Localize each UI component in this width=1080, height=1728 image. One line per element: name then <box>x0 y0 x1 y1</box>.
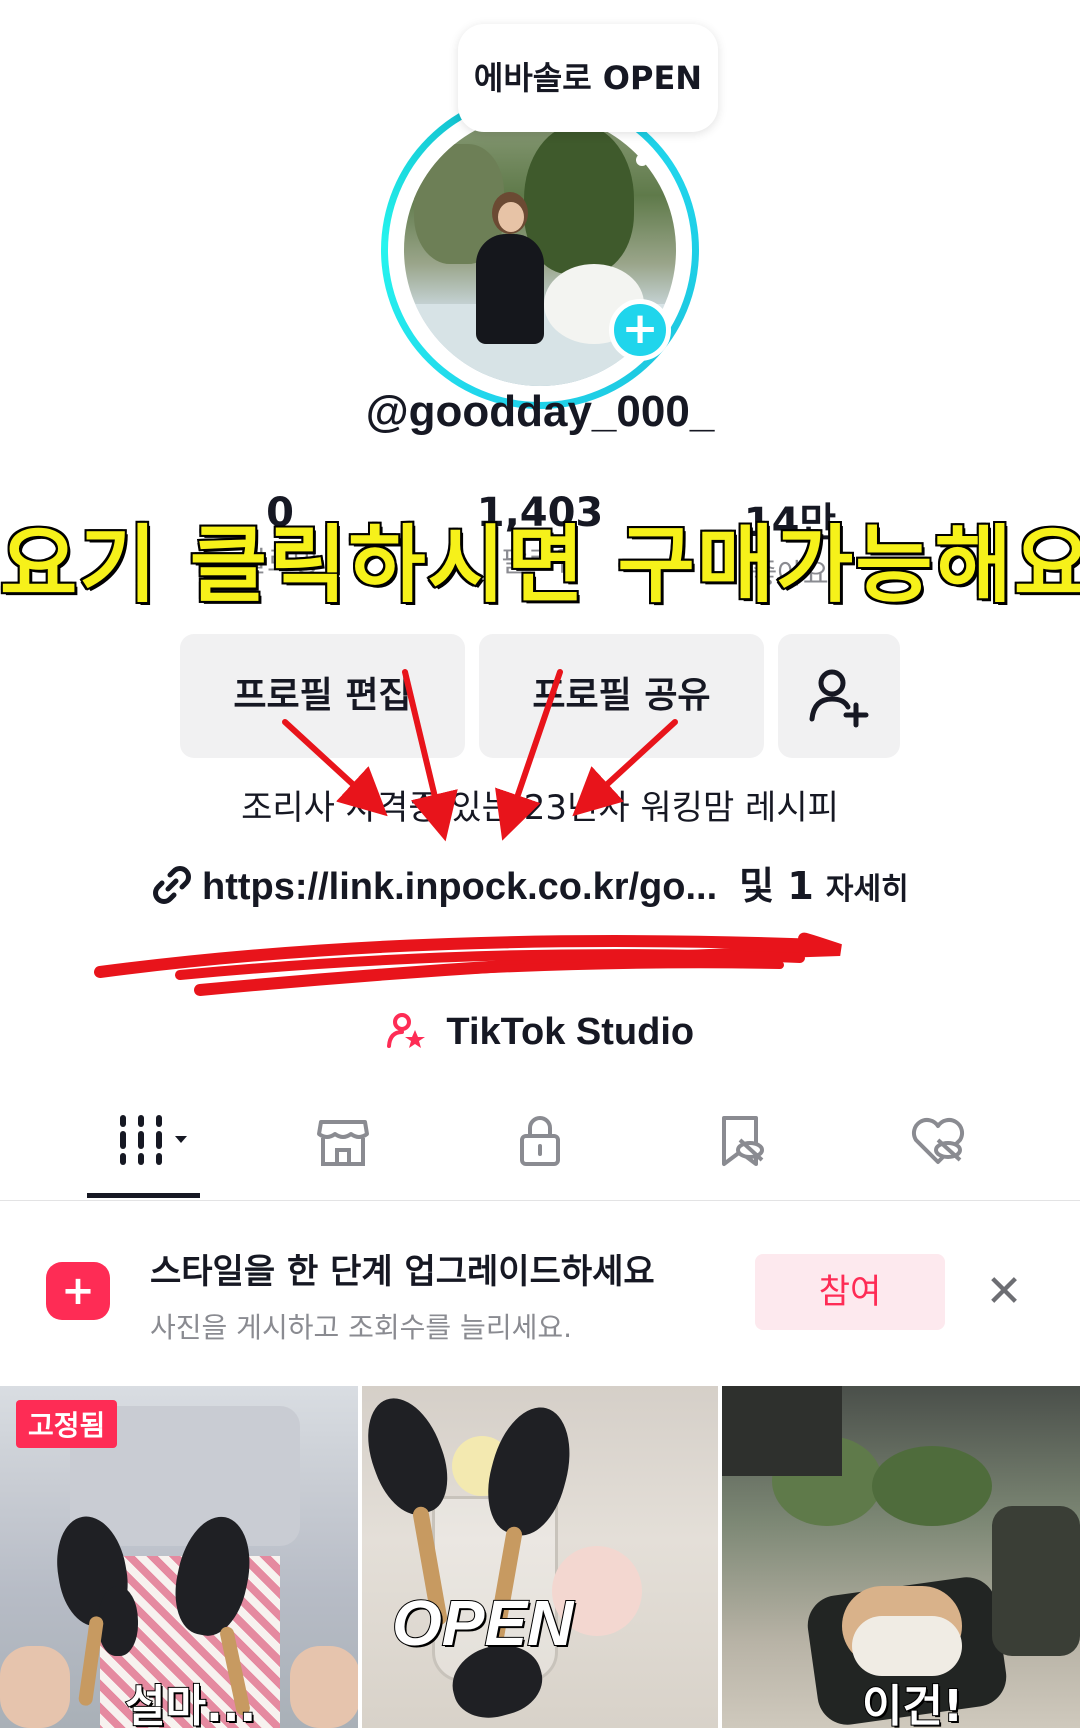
video-thumbnail-3[interactable]: 이건! <box>722 1386 1080 1728</box>
promo-title: 스타일을 한 단계 업그레이드하세요 <box>150 1252 655 1292</box>
more-links-detail[interactable]: 자세히 <box>826 872 909 907</box>
tab-saved[interactable] <box>680 1110 800 1180</box>
tab-liked[interactable] <box>878 1110 998 1180</box>
grid-icon <box>120 1115 187 1165</box>
active-tab-indicator <box>87 1193 200 1198</box>
add-story-plus-icon[interactable]: + <box>609 299 671 361</box>
creator-star-icon <box>386 1011 437 1053</box>
video-caption-3: 이건! <box>861 1680 964 1728</box>
video-caption-2: OPEN <box>391 1586 574 1660</box>
add-friend-button[interactable] <box>778 634 900 758</box>
tiktok-studio-label: TikTok Studio <box>446 1011 695 1053</box>
tab-shop[interactable] <box>283 1110 403 1180</box>
annotation-scribble <box>94 932 842 996</box>
camera-plus-icon: + <box>46 1262 110 1320</box>
promo-subtitle: 사진을 게시하고 조회수를 늘리세요. <box>150 1311 573 1344</box>
bookmark-hidden-icon <box>722 1116 764 1166</box>
more-links[interactable]: 및 1 <box>739 864 814 908</box>
overlay-caption: 요기 클릭하시면 구매가능해요 <box>0 514 1080 616</box>
tab-videos[interactable] <box>84 1110 204 1180</box>
video-thumbnail-2[interactable]: OPEN <box>362 1386 718 1728</box>
share-profile-button[interactable]: 프로필 공유 <box>479 634 764 758</box>
note-dot <box>636 154 648 166</box>
heart-hidden-icon <box>912 1118 964 1164</box>
add-person-icon <box>809 669 869 728</box>
bio: 조리사 자격증 있는 23년차 워킹맘 레시피 <box>241 788 839 828</box>
storefront-icon <box>317 1120 369 1166</box>
pinned-badge: 고정됨 <box>16 1400 118 1448</box>
tiktok-studio-link[interactable]: TikTok Studio <box>0 1010 1080 1054</box>
tab-private[interactable] <box>480 1110 600 1180</box>
join-button[interactable]: 참여 <box>755 1254 945 1330</box>
edit-profile-button[interactable]: 프로필 편집 <box>180 634 465 758</box>
lock-icon <box>520 1116 560 1166</box>
bio-link-url[interactable]: https://link.inpock.co.kr/go... <box>202 866 717 908</box>
username: @goodday_000_ <box>365 387 715 436</box>
close-icon[interactable]: ✕ <box>980 1268 1028 1316</box>
link-icon <box>153 866 191 904</box>
profile-note-bubble[interactable]: 에바솔로 OPEN <box>458 24 718 132</box>
video-caption-1: 설마... <box>124 1680 257 1728</box>
bio-link[interactable]: https://link.inpock.co.kr/go... 및 1 자세히 <box>150 855 950 910</box>
